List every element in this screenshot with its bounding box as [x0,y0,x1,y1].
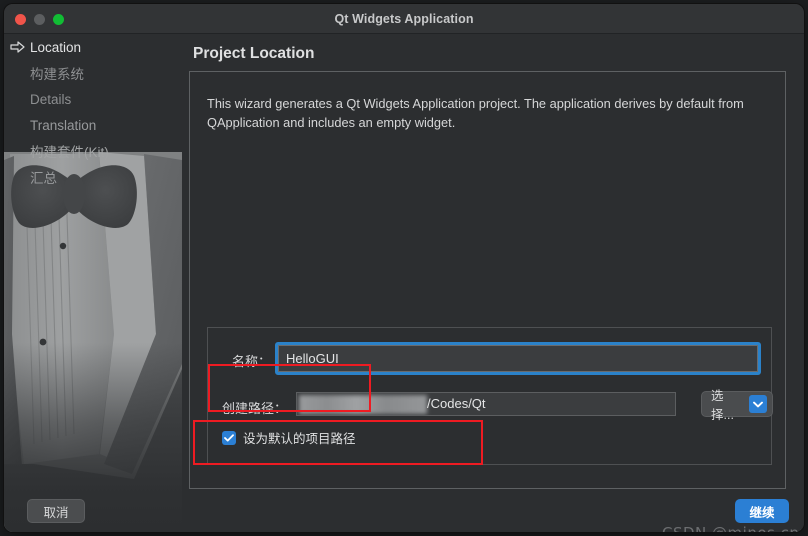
browse-button-label: 选择... [711,389,734,422]
name-row: 名称： [208,340,773,378]
wizard-footer: 取消 继续 CSDN @minos.cpp [4,489,804,532]
sidebar-item-details[interactable]: Details [4,86,182,112]
qt-wizard-window: Qt Widgets Application Location 构建系统 Det… [4,4,804,532]
continue-button[interactable]: 继续 [735,499,789,523]
window-body: Location 构建系统 Details Translation 构建套件(K… [4,34,804,532]
default-path-checkbox-row[interactable]: 设为默认的项目路径 [222,428,356,447]
sidebar-item-translation[interactable]: Translation [4,112,182,138]
sidebar-item-location[interactable]: Location [4,34,182,60]
project-name-input[interactable] [278,345,758,372]
project-path-input[interactable]: /Codes/Qt [296,392,676,416]
name-label: 名称： [232,354,272,369]
cancel-button[interactable]: 取消 [27,499,85,523]
wizard-sidebar: Location 构建系统 Details Translation 构建套件(K… [4,34,182,532]
sidebar-item-label: 构建套件(Kit) [30,145,109,160]
default-path-checkbox-label: 设为默认的项目路径 [243,432,356,446]
sidebar-item-label: Translation [30,117,97,133]
wizard-content: Project Location This wizard generates a… [182,34,804,532]
close-button[interactable] [15,14,26,25]
check-icon [224,433,234,441]
minimize-button[interactable] [34,14,45,25]
path-label: 创建路径： [222,401,288,416]
wizard-step-list: Location 构建系统 Details Translation 构建套件(K… [4,34,182,190]
wizard-panel: This wizard generates a Qt Widgets Appli… [189,71,786,489]
project-location-group: 名称： 创建路径： /Codes/Qt 选择... [207,327,773,465]
sidebar-item-kit[interactable]: 构建套件(Kit) [4,138,182,164]
page-title: Project Location [193,45,315,62]
default-path-checkbox[interactable] [222,430,236,445]
sidebar-item-label: Details [30,91,72,107]
path-value: /Codes/Qt [427,396,486,411]
zoom-button[interactable] [53,14,64,25]
arrow-right-icon [10,41,25,53]
sidebar-item-label: Location [30,39,82,55]
chevron-down-icon[interactable] [748,395,767,413]
title-bar: Qt Widgets Application [4,4,804,34]
watermark: CSDN @minos.cpp [662,524,804,532]
window-title: Qt Widgets Application [334,11,474,26]
sidebar-item-label: 汇总 [30,171,57,186]
sidebar-item-summary[interactable]: 汇总 [4,164,182,190]
sidebar-item-label: 构建系统 [30,67,84,82]
browse-button[interactable]: 选择... [701,389,773,422]
wizard-description: This wizard generates a Qt Widgets Appli… [207,96,744,130]
window-controls [15,14,64,25]
sidebar-item-build-system[interactable]: 构建系统 [4,60,182,86]
path-row: 创建路径： /Codes/Qt 选择... [208,389,773,422]
redacted-path-prefix [299,395,427,414]
